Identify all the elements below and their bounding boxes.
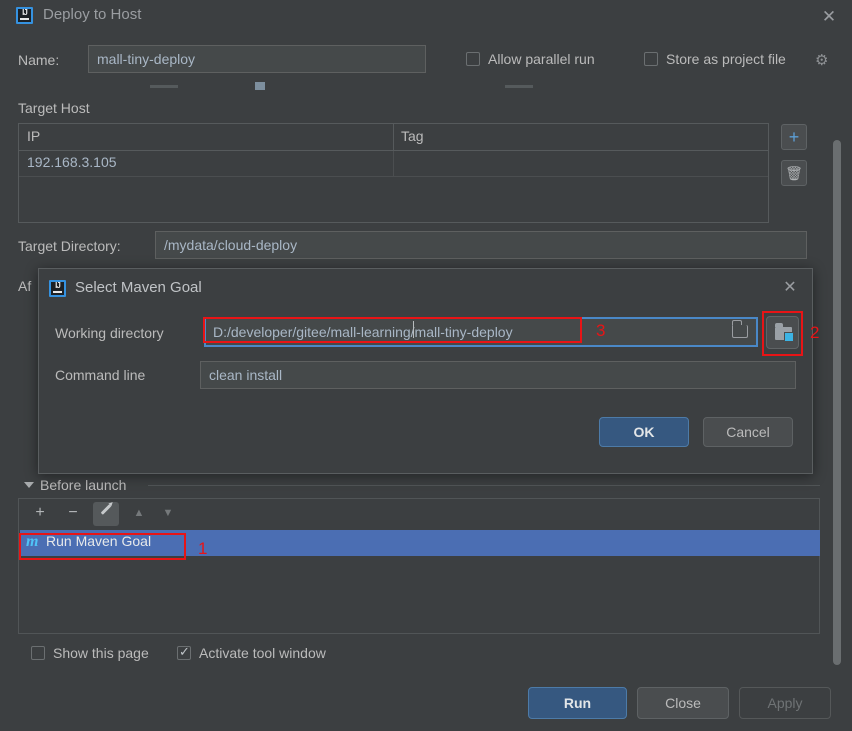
name-input[interactable] xyxy=(88,45,426,73)
clipped-widget-strip xyxy=(150,80,550,94)
annotation-number-3: 3 xyxy=(596,321,605,341)
after-label-clipped: Af xyxy=(18,278,31,294)
delete-host-button[interactable]: 🗑 xyxy=(781,160,807,186)
gear-icon[interactable]: ⚙ xyxy=(815,52,833,70)
run-button[interactable]: Run xyxy=(528,687,627,719)
before-launch-divider xyxy=(148,485,820,486)
edit-task-button[interactable] xyxy=(93,502,119,526)
column-divider[interactable] xyxy=(393,124,394,150)
cell-ip: 192.168.3.105 xyxy=(27,154,117,170)
select-maven-goal-dialog: Select Maven Goal ✕ Working directory Co… xyxy=(38,268,813,474)
command-line-input[interactable] xyxy=(200,361,796,389)
close-icon[interactable]: ✕ xyxy=(779,277,801,299)
close-button[interactable]: Close xyxy=(637,687,729,719)
list-item-label: Run Maven Goal xyxy=(46,533,151,549)
before-launch-toolbar: + − ▲ ▼ xyxy=(19,499,819,529)
chevron-down-icon[interactable] xyxy=(24,482,34,488)
before-launch-title: Before launch xyxy=(40,477,126,493)
column-header-ip[interactable]: IP xyxy=(27,128,40,144)
table-row[interactable]: 192.168.3.105 xyxy=(19,151,768,177)
allow-parallel-run-checkbox[interactable]: Allow parallel run xyxy=(466,51,595,71)
checkbox-box xyxy=(31,646,45,660)
checkbox-box xyxy=(177,646,191,660)
add-host-button[interactable]: + xyxy=(781,124,807,150)
show-this-page-checkbox[interactable]: Show this page xyxy=(31,645,149,665)
modal-title: Select Maven Goal xyxy=(75,279,202,296)
store-as-project-file-checkbox[interactable]: Store as project file xyxy=(644,51,786,71)
target-directory-label: Target Directory: xyxy=(18,238,121,254)
add-task-button[interactable]: + xyxy=(27,502,53,526)
dialog-titlebar: Deploy to Host ✕ xyxy=(0,0,852,34)
activate-tool-window-checkbox[interactable]: Activate tool window xyxy=(177,645,326,665)
move-up-button[interactable]: ▲ xyxy=(126,502,152,526)
run-maven-goal-item[interactable]: m Run Maven Goal xyxy=(20,530,820,556)
pencil-icon xyxy=(101,504,112,515)
working-directory-label: Working directory xyxy=(55,325,164,341)
target-host-table[interactable]: IP Tag 192.168.3.105 xyxy=(18,123,769,223)
activate-tool-window-label: Activate tool window xyxy=(199,645,326,661)
store-as-project-file-label: Store as project file xyxy=(666,51,786,67)
cell-divider xyxy=(393,151,394,176)
intellij-icon xyxy=(49,280,66,297)
folder-open-icon xyxy=(775,327,792,340)
working-directory-field[interactable] xyxy=(204,317,758,347)
command-line-label: Command line xyxy=(55,367,145,383)
deploy-to-host-dialog: Deploy to Host ✕ Name: Allow parallel ru… xyxy=(0,0,852,731)
column-header-tag[interactable]: Tag xyxy=(401,128,424,144)
move-down-button[interactable]: ▼ xyxy=(155,502,181,526)
text-caret xyxy=(413,321,414,338)
show-this-page-label: Show this page xyxy=(53,645,149,661)
dialog-title: Deploy to Host xyxy=(43,6,141,23)
annotation-number-1: 1 xyxy=(198,539,207,559)
ok-button[interactable]: OK xyxy=(599,417,689,447)
apply-button: Apply xyxy=(739,687,831,719)
allow-parallel-run-label: Allow parallel run xyxy=(488,51,595,67)
intellij-icon xyxy=(16,7,33,24)
checkbox-box xyxy=(644,52,658,66)
target-host-section-title: Target Host xyxy=(18,100,90,116)
dialog-scrollbar-thumb[interactable] xyxy=(833,140,841,665)
maven-icon: m xyxy=(26,533,38,551)
folder-icon[interactable] xyxy=(732,325,748,338)
name-label: Name: xyxy=(18,52,59,68)
close-icon[interactable]: ✕ xyxy=(818,6,840,28)
working-directory-input[interactable] xyxy=(206,319,720,345)
remove-task-button[interactable]: − xyxy=(60,502,86,526)
table-header-row: IP Tag xyxy=(19,124,768,151)
target-directory-input[interactable] xyxy=(155,231,807,259)
before-launch-panel: + − ▲ ▼ m Run Maven Goal xyxy=(18,498,820,634)
checkbox-box xyxy=(466,52,480,66)
cancel-button[interactable]: Cancel xyxy=(703,417,793,447)
browse-folder-button[interactable] xyxy=(766,316,799,349)
annotation-number-2: 2 xyxy=(810,323,819,343)
